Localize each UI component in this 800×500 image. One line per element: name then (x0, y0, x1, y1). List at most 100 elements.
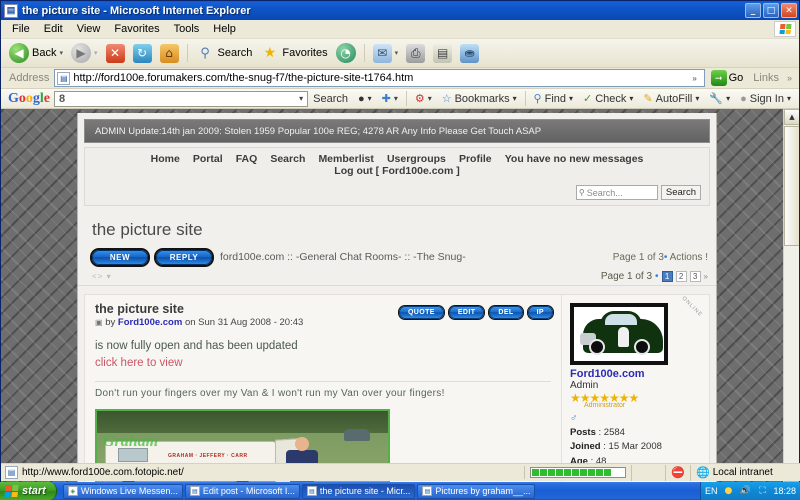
history-button[interactable]: ◔ (332, 41, 360, 65)
pagerank-caret: ▾ (367, 94, 372, 103)
links-button[interactable]: Links (749, 72, 783, 84)
search-icon: ⚲ (200, 45, 210, 61)
taskbar-buttons: ◈ Windows Live Messen... ▤ Edit post - M… (62, 483, 536, 499)
google-divider-2 (524, 91, 526, 106)
google-autofill-button[interactable]: ✎ AutoFill ▾ (638, 92, 704, 106)
forward-arrow-icon: ▶ (70, 43, 91, 63)
minimize-button[interactable]: _ (745, 3, 761, 18)
favorites-button[interactable]: ★ Favorites (256, 42, 331, 65)
author-profile-panel: ONLINE Ford100e.com Admin ★★★★★★★ Admini… (562, 294, 710, 482)
actions-menu[interactable]: Actions ! (670, 252, 708, 263)
links-chevron-icon[interactable]: » (783, 73, 796, 83)
clock[interactable]: 18:28 (773, 486, 796, 496)
avatar-wheel-front (589, 339, 605, 355)
nav-portal[interactable]: Portal (188, 153, 228, 165)
nav-messages[interactable]: You have no new messages (500, 153, 649, 165)
messenger-icon: ⛂ (460, 43, 480, 63)
google-pagerank-icon[interactable]: ● ▾ (353, 93, 377, 105)
google-signin-button[interactable]: ● Sign In ▾ (735, 93, 796, 105)
messenger-button[interactable]: ⛂ (456, 42, 483, 65)
task-button-pictures[interactable]: ▤ Pictures by graham__... (417, 483, 536, 499)
reply-button[interactable]: REPLY (156, 249, 212, 265)
forum-nav: Home Portal FAQ Search Memberlist Usergr… (84, 147, 710, 180)
google-settings-icon[interactable]: ⚙ ▾ (410, 92, 437, 105)
back-button[interactable]: ◀ Back ▾ (5, 41, 67, 65)
menu-file[interactable]: File (5, 21, 37, 37)
window-title: the picture site - Microsoft Internet Ex… (22, 4, 251, 17)
bookmarks-label: Bookmarks (454, 92, 510, 105)
refresh-button[interactable]: ↻ (129, 42, 156, 65)
volume-icon[interactable]: 🔊 (739, 485, 751, 497)
address-dropdown-icon[interactable]: » (688, 70, 702, 86)
google-search-button[interactable]: Search (308, 93, 353, 105)
topic-nav-arrows[interactable]: <> ▾ (92, 272, 112, 281)
language-indicator[interactable]: EN (705, 486, 718, 496)
menu-favorites[interactable]: Favorites (107, 21, 166, 37)
nav-home[interactable]: Home (146, 153, 185, 165)
page-button-1[interactable]: 1 (661, 271, 673, 282)
forum-search-row: ⚲ Search... Search (84, 180, 710, 206)
mail-button[interactable]: ✉ ▾ (369, 42, 403, 65)
menu-edit[interactable]: Edit (37, 21, 70, 37)
nav-logout[interactable]: Log out [ Ford100e.com ] (329, 165, 464, 177)
stop-button[interactable]: ✕ (102, 42, 129, 65)
shield-icon[interactable]: ● (722, 485, 734, 497)
post-meta: ▣ by Ford100e.com on Sun 31 Aug 2008 - 2… (95, 317, 303, 328)
google-wrench-icon[interactable]: 🔧 ▾ (704, 92, 735, 105)
edit-post-button[interactable]: EDIT (448, 306, 485, 319)
google-bookmarks-button[interactable]: ☆ Bookmarks ▾ (437, 92, 522, 106)
scrollbar-thumb[interactable] (784, 126, 799, 246)
profile-label-joined: Joined (570, 441, 601, 453)
popup-blocked-indicator[interactable]: ⛔ (666, 464, 691, 481)
start-button[interactable]: start (0, 482, 57, 500)
google-check-button[interactable]: ✓ Check ▾ (578, 92, 638, 106)
network-icon[interactable]: ⛶ (756, 485, 768, 497)
nav-profile[interactable]: Profile (454, 153, 497, 165)
search-button[interactable]: ⚲ Search (192, 42, 257, 65)
post-author-link[interactable]: Ford100e.com (118, 317, 182, 328)
nav-usergroups[interactable]: Usergroups (382, 153, 451, 165)
image-background-car (344, 429, 370, 442)
google-popup-blocker-icon[interactable]: ✚ ▾ (377, 92, 403, 105)
stop-icon: ✕ (105, 43, 125, 63)
ip-button[interactable]: IP (527, 306, 553, 319)
page-info-top: Page 1 of 3• Actions ! (612, 251, 708, 263)
vertical-scrollbar[interactable]: ▲ ▼ (783, 109, 799, 482)
close-button[interactable]: ✕ (781, 3, 797, 18)
quote-button[interactable]: QUOTE (398, 306, 444, 319)
page-button-2[interactable]: 2 (675, 271, 687, 282)
menu-help[interactable]: Help (206, 21, 243, 37)
google-search-input[interactable]: 8 ▾ (54, 90, 309, 107)
delete-post-button[interactable]: DEL (489, 306, 523, 319)
page-button-3[interactable]: 3 (689, 271, 701, 282)
nav-faq[interactable]: FAQ (231, 153, 263, 165)
back-dropdown-icon[interactable]: ▾ (59, 49, 63, 57)
menu-tools[interactable]: Tools (167, 21, 207, 37)
maximize-button[interactable]: □ (763, 3, 779, 18)
edit-button[interactable]: ▤ (429, 42, 456, 65)
address-input[interactable]: ▤ http://ford100e.forumakers.com/the-snu… (54, 69, 705, 87)
print-button[interactable]: ⎙ (402, 42, 429, 65)
forward-button[interactable]: ▶ ▾ (67, 41, 102, 65)
menu-view[interactable]: View (70, 21, 108, 37)
forum-search-button[interactable]: Search (660, 185, 701, 200)
post-signature: Don't run your fingers over my Van & I w… (95, 381, 551, 403)
scroll-up-button[interactable]: ▲ (784, 109, 799, 125)
profile-username[interactable]: Ford100e.com (570, 368, 703, 380)
task-button-editpost[interactable]: ▤ Edit post - Microsoft I... (184, 483, 300, 499)
google-find-button[interactable]: ⚲ Find ▾ (529, 92, 578, 106)
breadcrumb[interactable]: ford100e.com :: -General Chat Rooms- :: … (220, 251, 466, 263)
next-page-icon[interactable]: » (704, 272, 708, 281)
home-button[interactable]: ⌂ (156, 42, 183, 65)
new-topic-button[interactable]: NEW (92, 249, 148, 265)
task-button-messenger[interactable]: ◈ Windows Live Messen... (62, 483, 183, 499)
go-button[interactable]: ➞ Go (705, 70, 750, 86)
nav-search[interactable]: Search (265, 153, 310, 165)
mail-dropdown-icon[interactable]: ▾ (395, 49, 399, 57)
history-icon: ◔ (335, 43, 356, 63)
task-button-picturesite[interactable]: ▤ the picture site - Micr... (301, 483, 416, 499)
google-search-dropdown-icon[interactable]: ▾ (299, 94, 303, 103)
forum-search-input[interactable]: ⚲ Search... (575, 185, 658, 200)
post-link[interactable]: click here to view (95, 355, 551, 372)
nav-memberlist[interactable]: Memberlist (313, 153, 378, 165)
